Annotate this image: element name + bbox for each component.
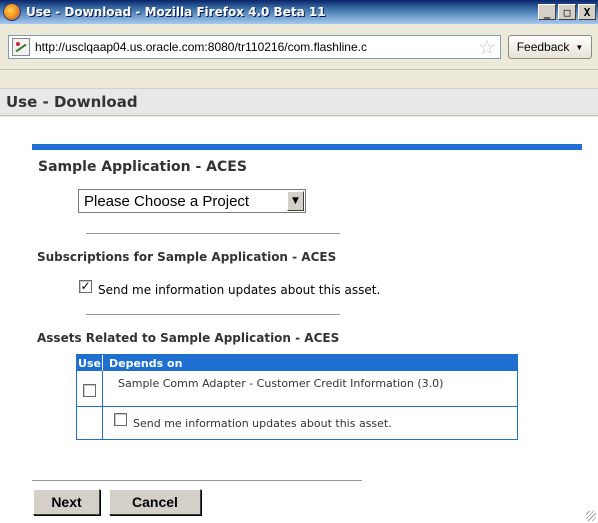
use-cell bbox=[77, 407, 103, 439]
subscriptions-heading: Subscriptions for Sample Application - A… bbox=[37, 250, 337, 264]
site-identity-icon[interactable] bbox=[12, 38, 30, 56]
resize-grip-icon[interactable] bbox=[586, 511, 596, 521]
url-text[interactable]: http://usclqaap04.us.oracle.com:8080/tr1… bbox=[35, 40, 476, 54]
divider bbox=[86, 233, 340, 234]
subscribe-checkbox-label: Send me information updates about this a… bbox=[98, 283, 381, 297]
window-title: Use - Download - Mozilla Firefox 4.0 Bet… bbox=[26, 5, 326, 19]
minimize-button[interactable]: _ bbox=[538, 4, 556, 20]
table-row: Send me information updates about this a… bbox=[77, 407, 517, 439]
table-header: Use Depends on bbox=[77, 355, 517, 371]
feedback-button[interactable]: Feedback ▼ bbox=[508, 35, 592, 59]
url-bar[interactable]: http://usclqaap04.us.oracle.com:8080/tr1… bbox=[8, 35, 501, 59]
maximize-button[interactable]: □ bbox=[558, 4, 576, 20]
feedback-label: Feedback bbox=[516, 40, 570, 54]
asset-title: Sample Application - ACES bbox=[38, 159, 247, 175]
use-checkbox[interactable] bbox=[83, 384, 96, 397]
column-header-use: Use bbox=[77, 355, 103, 371]
next-button[interactable]: Next bbox=[33, 489, 100, 515]
use-cell bbox=[77, 371, 103, 406]
column-header-depends-on: Depends on bbox=[109, 356, 183, 370]
window-controls: _ □ X bbox=[536, 4, 596, 20]
caret-down-icon: ▼ bbox=[575, 42, 584, 52]
related-assets-table: Use Depends on Sample Comm Adapter - Cus… bbox=[76, 354, 518, 440]
related-updates-checkbox[interactable] bbox=[114, 413, 127, 426]
firefox-icon bbox=[3, 3, 21, 21]
subscribe-checkbox[interactable]: ✓ bbox=[79, 280, 92, 293]
divider bbox=[32, 480, 362, 481]
table-row: Sample Comm Adapter - Customer Credit In… bbox=[77, 371, 517, 407]
related-updates-label: Send me information updates about this a… bbox=[133, 417, 392, 430]
dialog-content: Sample Application - ACES Please Choose … bbox=[0, 117, 598, 523]
close-button[interactable]: X bbox=[578, 4, 596, 20]
cancel-button[interactable]: Cancel bbox=[109, 489, 201, 515]
depends-on-cell: Send me information updates about this a… bbox=[103, 407, 517, 439]
project-select[interactable]: Please Choose a Project ▼ bbox=[78, 189, 306, 213]
bookmark-star-icon[interactable]: ☆ bbox=[476, 36, 498, 59]
related-heading: Assets Related to Sample Application - A… bbox=[37, 331, 340, 345]
section-divider bbox=[32, 144, 582, 150]
page-title: Use - Download bbox=[0, 88, 598, 116]
depends-on-cell: Sample Comm Adapter - Customer Credit In… bbox=[103, 371, 517, 406]
related-asset-name: Sample Comm Adapter - Customer Credit In… bbox=[118, 377, 444, 390]
divider bbox=[86, 314, 340, 315]
navigation-toolbar: http://usclqaap04.us.oracle.com:8080/tr1… bbox=[0, 24, 598, 70]
dropdown-arrow-icon[interactable]: ▼ bbox=[287, 191, 304, 211]
window-titlebar: Use - Download - Mozilla Firefox 4.0 Bet… bbox=[0, 0, 598, 24]
project-select-value: Please Choose a Project bbox=[84, 192, 250, 210]
